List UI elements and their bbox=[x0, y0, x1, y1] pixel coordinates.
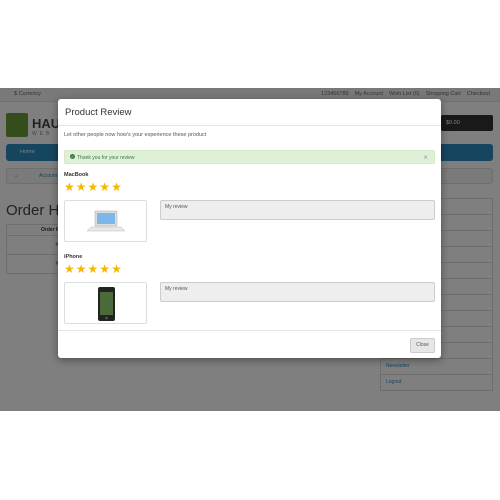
check-circle-icon: ✓ bbox=[70, 154, 75, 159]
star-icon[interactable]: ★ bbox=[64, 263, 75, 275]
alert-message: Thank you for your review bbox=[77, 154, 135, 161]
close-button[interactable]: Close bbox=[410, 338, 435, 353]
star-icon[interactable]: ★ bbox=[99, 181, 110, 193]
modal-title: Product Review bbox=[65, 107, 132, 118]
star-icon[interactable]: ★ bbox=[111, 263, 122, 275]
star-icon[interactable]: ★ bbox=[76, 263, 87, 275]
alert-close-icon[interactable]: × bbox=[423, 153, 428, 162]
modal-intro-text: Let other people now how's your experien… bbox=[64, 132, 207, 138]
product-image-iphone bbox=[64, 282, 147, 324]
review-textarea-iphone[interactable]: My review bbox=[160, 282, 435, 302]
star-icon[interactable]: ★ bbox=[88, 181, 99, 193]
product-review-modal: Product Review Let other people now how'… bbox=[58, 99, 441, 358]
rating-stars-macbook[interactable]: ★ ★ ★ ★ ★ bbox=[64, 181, 122, 193]
star-icon[interactable]: ★ bbox=[76, 181, 87, 193]
review-textarea-macbook[interactable]: My review bbox=[160, 200, 435, 220]
rating-stars-iphone[interactable]: ★ ★ ★ ★ ★ bbox=[64, 263, 122, 275]
modal-header: Product Review bbox=[58, 99, 441, 126]
modal-footer: Close bbox=[58, 330, 441, 358]
star-icon[interactable]: ★ bbox=[99, 263, 110, 275]
star-icon[interactable]: ★ bbox=[111, 181, 122, 193]
product-name-macbook: MacBook bbox=[64, 172, 89, 178]
success-alert: ✓ Thank you for your review × bbox=[64, 150, 435, 164]
product-name-iphone: iPhone bbox=[64, 254, 83, 260]
star-icon[interactable]: ★ bbox=[64, 181, 75, 193]
product-image-macbook bbox=[64, 200, 147, 242]
star-icon[interactable]: ★ bbox=[88, 263, 99, 275]
